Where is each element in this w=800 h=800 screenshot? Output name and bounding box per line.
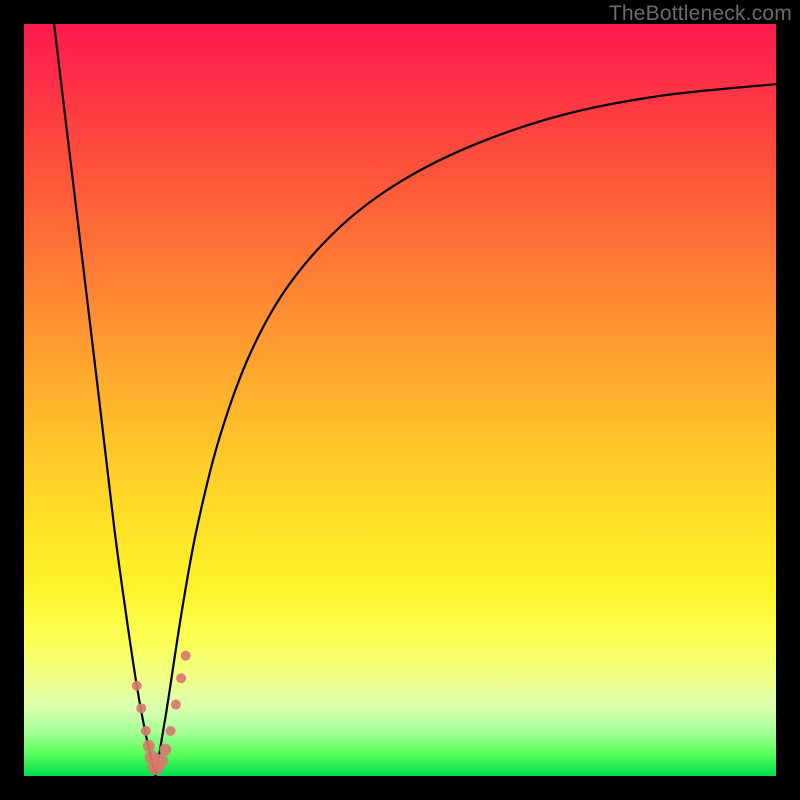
marker-dot: [132, 681, 142, 691]
marker-dot: [166, 726, 176, 736]
marker-dot: [181, 651, 191, 661]
curve-left-branch: [54, 24, 156, 776]
curve-layer: [24, 24, 776, 776]
marker-dot: [176, 673, 186, 683]
highlight-markers: [132, 651, 191, 775]
marker-dot: [159, 744, 171, 756]
curve-right-branch: [156, 84, 776, 776]
watermark-text: TheBottleneck.com: [609, 2, 792, 26]
marker-dot: [143, 740, 155, 752]
marker-dot: [141, 726, 151, 736]
plot-area: [24, 24, 776, 776]
marker-dot: [171, 700, 181, 710]
marker-dot: [154, 754, 168, 768]
marker-dot: [136, 703, 146, 713]
chart-frame: TheBottleneck.com: [0, 0, 800, 800]
